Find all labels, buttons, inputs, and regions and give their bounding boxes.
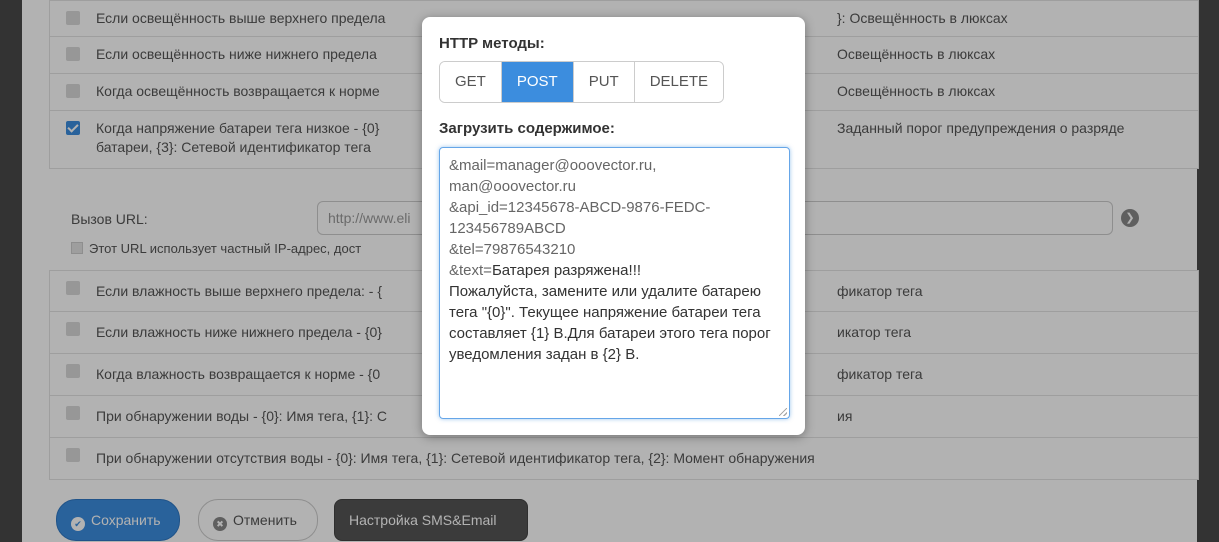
payload-message: Батарея разряжена!!! Пожалуйста, заменит… bbox=[449, 262, 771, 363]
method-delete-button[interactable]: DELETE bbox=[634, 62, 724, 102]
resize-handle-icon[interactable] bbox=[779, 408, 787, 416]
method-put-button[interactable]: PUT bbox=[573, 62, 635, 102]
payload-label: Загрузить содержимое: bbox=[439, 120, 615, 137]
payload-params: &mail=manager@ooovector.ru, man@ooovecto… bbox=[449, 157, 711, 279]
payload-textarea[interactable]: &mail=manager@ooovector.ru, man@ooovecto… bbox=[439, 147, 790, 419]
method-post-button[interactable]: POST bbox=[501, 62, 574, 102]
http-methods-title: HTTP методы: bbox=[439, 35, 545, 52]
http-method-selector: GET POST PUT DELETE bbox=[439, 61, 725, 103]
http-request-dialog: HTTP методы: GET POST PUT DELETE Загрузи… bbox=[422, 17, 805, 435]
method-get-button[interactable]: GET bbox=[440, 62, 502, 102]
